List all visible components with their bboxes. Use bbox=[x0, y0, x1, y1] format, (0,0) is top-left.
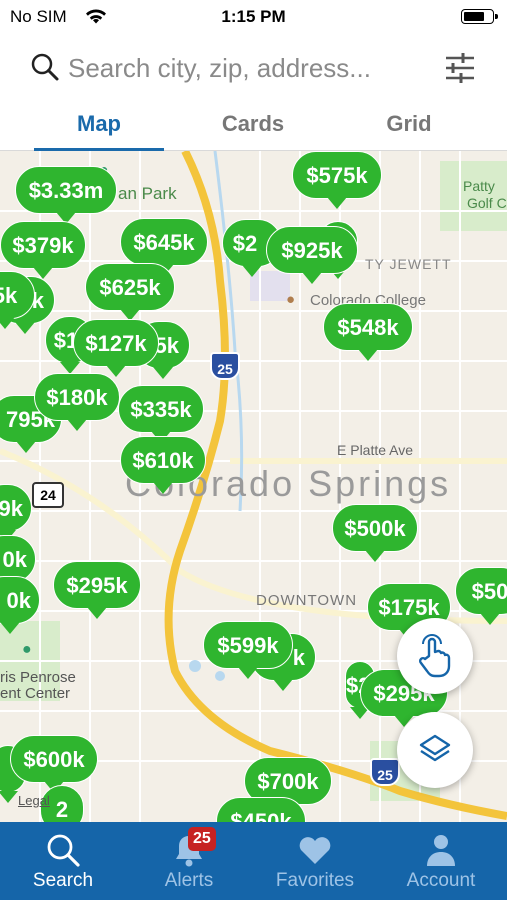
price-pin[interactable]: $500k bbox=[332, 504, 418, 562]
price-pin[interactable]: $575k bbox=[292, 151, 382, 209]
neighborhood-label: TY JEWETT bbox=[365, 256, 452, 272]
tab-map[interactable]: Map bbox=[34, 100, 164, 151]
map-view[interactable]: Colorado Springs DOWNTOWN Colorado Colle… bbox=[0, 151, 507, 822]
interstate-25-shield: 25 bbox=[210, 352, 240, 380]
tab-map-label: Map bbox=[77, 111, 121, 136]
layers-icon bbox=[419, 734, 451, 762]
tab-grid-label: Grid bbox=[386, 111, 432, 136]
price-pin[interactable]: $645k bbox=[120, 218, 208, 276]
hand-pointer-icon bbox=[418, 634, 451, 678]
alerts-count-badge: 25 bbox=[188, 827, 216, 851]
college-icon: ● bbox=[286, 291, 296, 308]
tabbar-search[interactable]: Search bbox=[0, 822, 126, 900]
price-pin[interactable]: $180k bbox=[34, 373, 120, 431]
tab-cards-label: Cards bbox=[221, 111, 285, 136]
park-label: an Park bbox=[118, 184, 177, 203]
golf-label: Patty bbox=[463, 178, 495, 194]
price-pin[interactable]: $925k bbox=[266, 226, 358, 284]
draw-search-button[interactable] bbox=[397, 618, 473, 694]
street-label: E Platte Ave bbox=[337, 442, 414, 458]
tabbar-favorites-label: Favorites bbox=[275, 870, 355, 891]
price-pin[interactable]: $127k bbox=[73, 319, 159, 377]
price-pin[interactable]: $548k bbox=[323, 303, 413, 361]
map-layers-button[interactable] bbox=[397, 712, 473, 788]
tabbar-account-label: Account bbox=[406, 870, 476, 891]
status-bar: No SIM 1:15 PM bbox=[0, 0, 507, 36]
downtown-label: DOWNTOWN bbox=[256, 592, 358, 609]
legal-link[interactable]: Legal bbox=[18, 793, 50, 808]
price-pin[interactable]: $450k bbox=[216, 797, 306, 822]
center-label-2: ent Center bbox=[0, 685, 71, 702]
search-input[interactable] bbox=[68, 48, 428, 88]
interstate-25-shield-south: 25 bbox=[370, 758, 400, 786]
price-pin[interactable]: $600k bbox=[10, 735, 98, 793]
tabbar-favorites[interactable]: Favorites bbox=[252, 822, 378, 900]
price-pin[interactable]: $610k bbox=[120, 436, 206, 494]
price-pin[interactable]: $599k bbox=[203, 621, 293, 679]
price-pin[interactable]: $335k bbox=[118, 385, 204, 443]
route-24-shield: 24 bbox=[32, 482, 64, 508]
tabbar-search-label: Search bbox=[32, 870, 94, 891]
heart-icon bbox=[299, 837, 331, 864]
golf-label-2: Golf C bbox=[467, 195, 507, 211]
price-pin[interactable]: $295k bbox=[53, 561, 141, 619]
filter-sliders-icon[interactable] bbox=[442, 50, 478, 91]
view-tabs: Map Cards Grid bbox=[0, 100, 507, 151]
price-pin[interactable]: $379k bbox=[0, 221, 86, 279]
tabbar-alerts-label: Alerts bbox=[164, 870, 214, 891]
price-pin[interactable]: $625k bbox=[85, 263, 175, 321]
center-label: ris Penrose bbox=[0, 669, 76, 686]
tab-cards[interactable]: Cards bbox=[188, 100, 318, 150]
search-bar bbox=[0, 40, 507, 96]
clock: 1:15 PM bbox=[221, 7, 286, 26]
theater-icon: ● bbox=[22, 641, 32, 658]
tabbar-account[interactable]: Account bbox=[378, 822, 504, 900]
battery-icon bbox=[461, 9, 498, 24]
search-icon bbox=[30, 52, 60, 87]
tab-grid[interactable]: Grid bbox=[344, 100, 474, 150]
person-icon bbox=[427, 835, 455, 866]
bottom-tab-bar: Search Alerts 25 Favorites Account bbox=[0, 822, 507, 900]
price-pin[interactable]: $3.33m bbox=[15, 166, 117, 224]
search-icon bbox=[47, 834, 80, 867]
price-pin[interactable]: $50 bbox=[455, 567, 507, 625]
